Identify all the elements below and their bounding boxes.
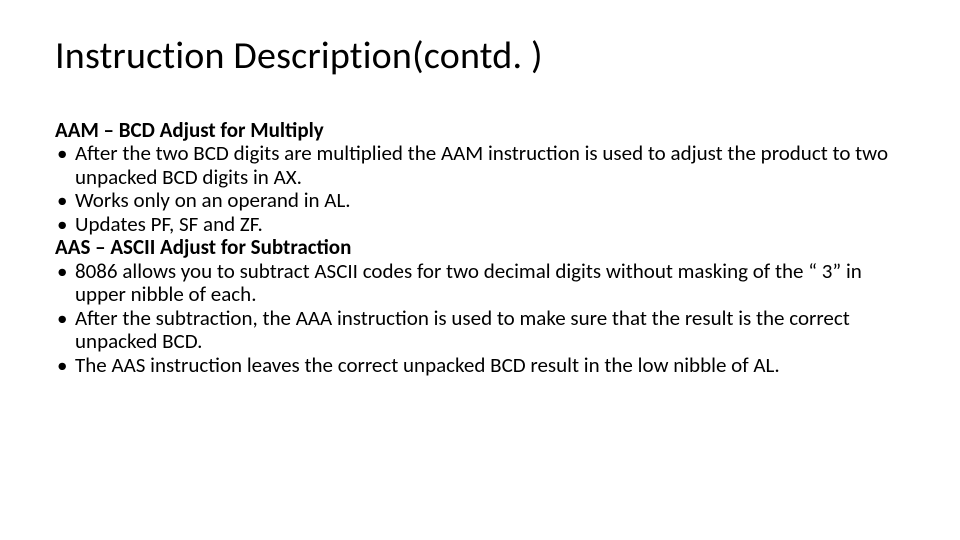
slide-body: AAM – BCD Adjust for Multiply • After th…: [55, 119, 905, 378]
slide: Instruction Description(contd. ) AAM – B…: [0, 0, 960, 540]
bullet-text: After the subtraction, the AAA instructi…: [75, 307, 905, 354]
bullet-item: • Works only on an operand in AL.: [55, 189, 905, 213]
section-heading-aas: AAS – ASCII Adjust for Subtraction: [55, 236, 905, 260]
bullet-item: • 8086 allows you to subtract ASCII code…: [55, 260, 905, 307]
bullet-text: Updates PF, SF and ZF.: [75, 213, 905, 237]
bullet-dot-icon: •: [55, 189, 75, 213]
bullet-dot-icon: •: [55, 213, 75, 237]
bullet-item: • Updates PF, SF and ZF.: [55, 213, 905, 237]
bullet-item: • The AAS instruction leaves the correct…: [55, 354, 905, 378]
bullet-text: 8086 allows you to subtract ASCII codes …: [75, 260, 905, 307]
bullet-text: Works only on an operand in AL.: [75, 189, 905, 213]
slide-title: Instruction Description(contd. ): [55, 35, 905, 79]
bullet-item: • After the two BCD digits are multiplie…: [55, 142, 905, 189]
bullet-dot-icon: •: [55, 307, 75, 331]
bullet-text: The AAS instruction leaves the correct u…: [75, 354, 905, 378]
bullet-dot-icon: •: [55, 142, 75, 166]
bullet-item: • After the subtraction, the AAA instruc…: [55, 307, 905, 354]
bullet-text: After the two BCD digits are multiplied …: [75, 142, 905, 189]
bullet-dot-icon: •: [55, 260, 75, 284]
section-heading-aam: AAM – BCD Adjust for Multiply: [55, 119, 905, 143]
bullet-dot-icon: •: [55, 354, 75, 378]
